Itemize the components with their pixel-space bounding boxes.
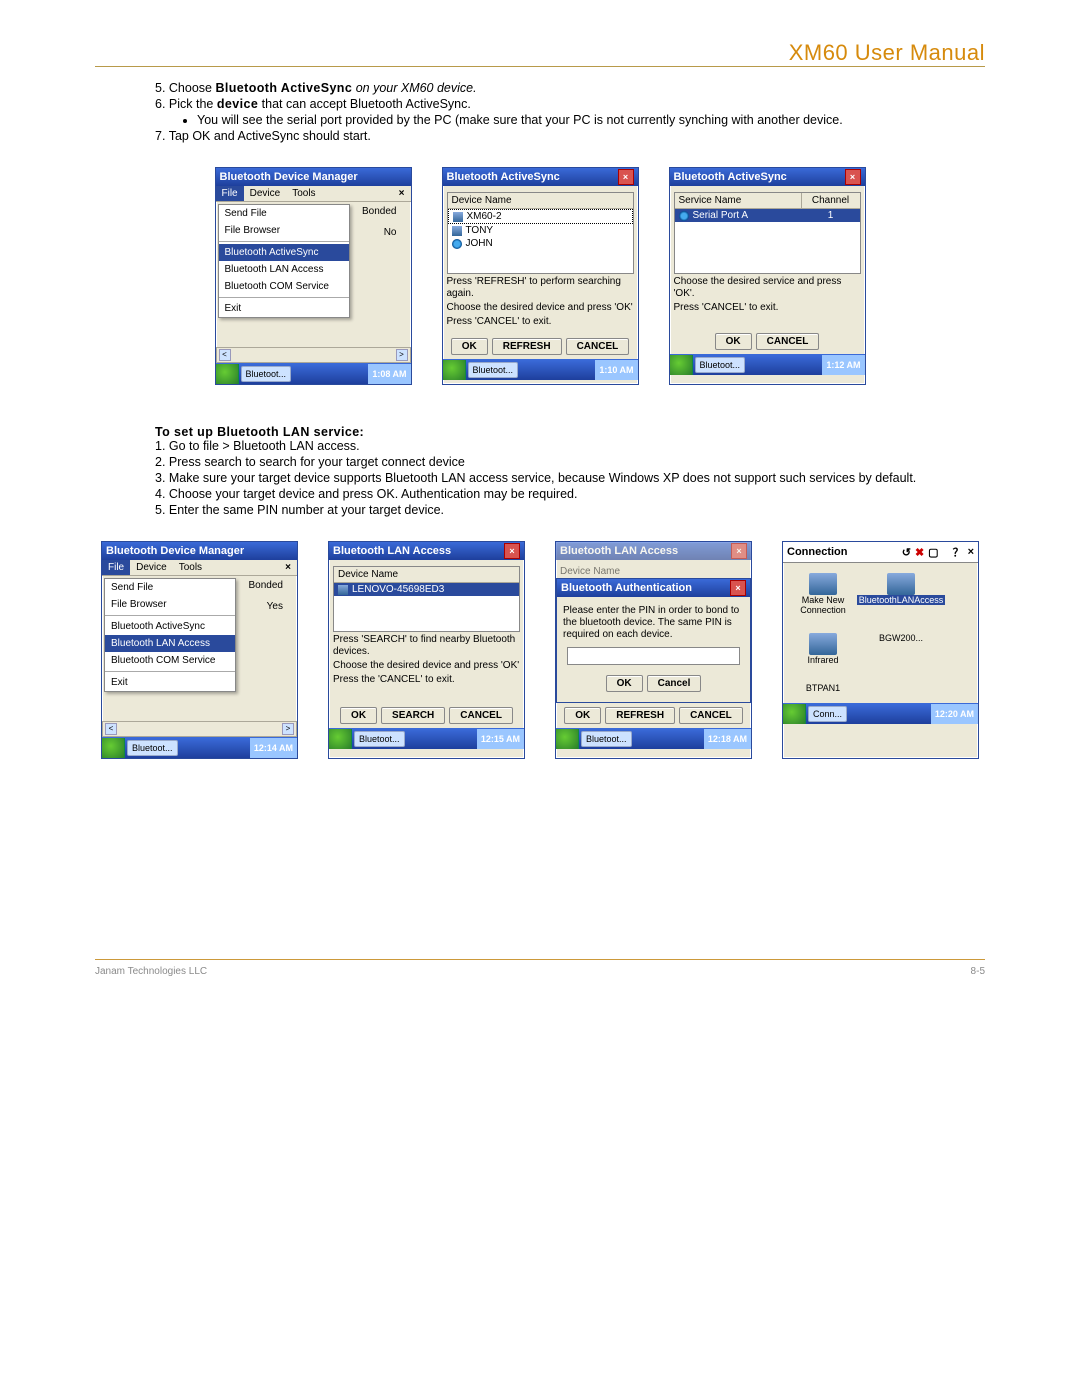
cancel-button[interactable]: CANCEL [449,707,513,724]
close-icon[interactable]: × [504,543,520,559]
task-bluetoot[interactable]: Bluetoot... [354,731,405,747]
bt-device-manager-1: Bluetooth Device Manager File Device Too… [215,167,412,385]
conn-btla[interactable]: BluetoothLANAccess [871,573,931,615]
start-icon[interactable] [556,729,579,749]
ok-button[interactable]: OK [451,338,488,355]
start-icon[interactable] [102,738,125,758]
task-bluetoot[interactable]: Bluetoot... [241,366,292,382]
dev-john[interactable]: JOHN [448,237,633,250]
file-dropdown: Send File File Browser Bluetooth ActiveS… [218,204,350,318]
start-icon[interactable] [783,704,806,724]
start-icon[interactable] [216,364,239,384]
search-button[interactable]: SEARCH [381,707,445,724]
connection-window: Connection↺✖▢？× Make New Connection Blue… [782,541,979,759]
close-icon[interactable]: × [731,543,747,559]
start-icon[interactable] [670,355,693,375]
conn-icon [809,633,837,655]
start-icon[interactable] [329,729,352,749]
menu-device[interactable]: Device [244,186,287,201]
dd-activesync[interactable]: Bluetooth ActiveSync [105,618,235,635]
dd-lan[interactable]: Bluetooth LAN Access [219,261,349,278]
bt-activesync-devices: Bluetooth ActiveSync× Device Name XM60-2… [442,167,639,385]
cancel-button[interactable]: Cancel [647,675,702,692]
pc-icon [452,226,462,236]
dd-activesync[interactable]: Bluetooth ActiveSync [219,244,349,261]
start-icon[interactable] [443,360,466,380]
dd-com[interactable]: Bluetooth COM Service [105,652,235,669]
task-bluetoot[interactable]: Bluetoot... [127,740,178,756]
bt-device-manager-2: Bluetooth Device Manager File Device Too… [101,541,298,759]
task-bluetoot[interactable]: Bluetoot... [695,357,746,373]
conn-makenew[interactable]: Make New Connection [793,573,853,615]
pin-input[interactable] [567,647,740,665]
close-icon[interactable]: × [845,169,861,185]
instructions-block-1: 5. Choose Bluetooth ActiveSync on your X… [95,73,985,143]
cancel-button[interactable]: CANCEL [756,333,820,350]
screenshot-row-2: Bluetooth Device Manager File Device Too… [95,541,985,759]
page-title: XM60 User Manual [95,40,985,66]
menu-tools[interactable]: Tools [286,186,321,201]
dev-tony[interactable]: TONY [448,224,633,237]
task-bluetoot[interactable]: Bluetoot... [581,731,632,747]
svc-serial-port-a[interactable]: Serial Port A1 [675,209,860,222]
instructions-block-2: To set up Bluetooth LAN service: 1. Go t… [95,415,985,517]
task-conn[interactable]: Conn... [808,706,847,722]
pc-icon [338,585,348,595]
screenshot-row-1: Bluetooth Device Manager File Device Too… [95,167,985,385]
pc-icon [453,212,463,222]
menubar: File Device Tools × [216,186,411,202]
cancel-button[interactable]: CANCEL [566,338,630,355]
dd-sendfile[interactable]: Send File [105,579,235,596]
h-scroll[interactable]: <> [216,347,411,363]
dd-exit[interactable]: Exit [219,300,349,317]
gear-icon [679,211,689,221]
conn-icon [887,573,915,595]
menu-file[interactable]: File [216,186,244,201]
ok-button[interactable]: OK [606,675,643,692]
dd-filebrowser[interactable]: File Browser [105,596,235,613]
dd-filebrowser[interactable]: File Browser [219,222,349,239]
globe-icon [452,239,462,249]
refresh-button[interactable]: REFRESH [605,707,675,724]
menu-close[interactable]: × [393,186,411,201]
conn-btpan[interactable]: BTPAN1 [793,683,853,693]
refresh-button[interactable]: REFRESH [492,338,562,355]
close-icon[interactable]: × [730,580,746,596]
conn-icon [809,573,837,595]
dd-lan[interactable]: Bluetooth LAN Access [105,635,235,652]
dd-com[interactable]: Bluetooth COM Service [219,278,349,295]
page-footer: Janam Technologies LLC8-5 [95,959,985,977]
ok-button[interactable]: OK [340,707,377,724]
dev-xm60-2[interactable]: XM60-2 [448,209,633,224]
task-bluetoot[interactable]: Bluetoot... [468,362,519,378]
conn-bgw[interactable]: BGW200... [871,633,931,665]
auth-dialog: Bluetooth Authentication× Please enter t… [556,578,751,703]
dd-exit[interactable]: Exit [105,674,235,691]
dev-lenovo[interactable]: LENOVO-45698ED3 [334,583,519,596]
dd-sendfile[interactable]: Send File [219,205,349,222]
ok-button[interactable]: OK [715,333,752,350]
menu-tools[interactable]: Tools [173,560,208,575]
bt-lan-auth: Bluetooth LAN Access× Device Name Blueto… [555,541,752,759]
h-scroll[interactable]: <> [102,721,297,737]
menu-close[interactable]: × [279,560,297,575]
menu-file[interactable]: File [102,560,130,575]
menu-device[interactable]: Device [130,560,173,575]
close-icon[interactable]: × [618,169,634,185]
conn-infra[interactable]: Infrared [793,633,853,665]
bt-lan-access: Bluetooth LAN Access× Device Name LENOVO… [328,541,525,759]
ok-button[interactable]: OK [564,707,601,724]
bt-activesync-services: Bluetooth ActiveSync× Service NameChanne… [669,167,866,385]
cancel-button[interactable]: CANCEL [679,707,743,724]
header-rule [95,66,985,67]
